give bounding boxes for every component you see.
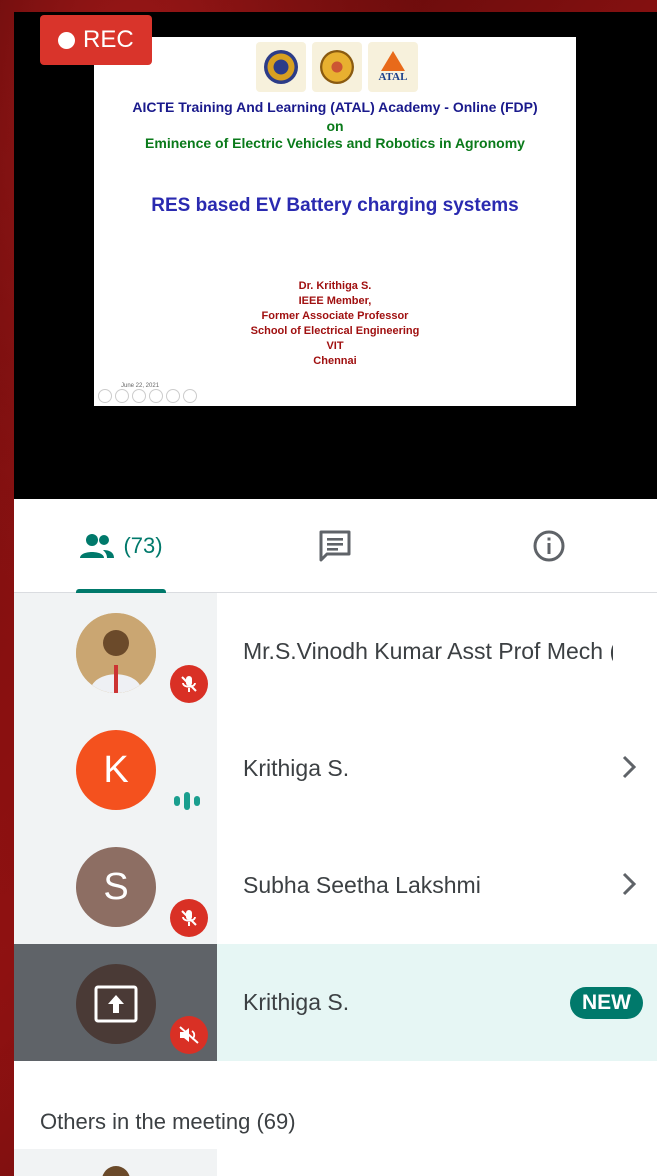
slide-on: on xyxy=(326,118,344,134)
slide-next-icon xyxy=(183,389,197,403)
participant-row-peek[interactable] xyxy=(14,1149,217,1176)
participant-row[interactable]: Krithiga S. NEW xyxy=(14,944,657,1061)
avatar xyxy=(76,964,156,1044)
speaking-indicator-icon xyxy=(174,792,200,810)
tab-chat[interactable] xyxy=(228,499,442,592)
participant-row[interactable]: S Subha Seetha Lakshmi xyxy=(14,827,657,944)
slide-subheading: Eminence of Electric Vehicles and Roboti… xyxy=(145,135,525,151)
participant-row[interactable]: Mr.S.Vinodh Kumar Asst Prof Mech (… xyxy=(14,593,657,710)
tab-info[interactable] xyxy=(442,499,656,592)
slide-pen-icon xyxy=(115,389,129,403)
participant-name: Mr.S.Vinodh Kumar Asst Prof Mech (… xyxy=(243,638,613,664)
tab-people[interactable]: (73) xyxy=(14,499,228,592)
audio-off-badge xyxy=(170,1016,208,1054)
presentation-video[interactable]: ATAL AICTE Training And Learning (ATAL) … xyxy=(14,12,657,499)
chevron-right-icon[interactable] xyxy=(621,754,637,780)
person-photo-icon xyxy=(76,613,156,693)
atal-logo-icon: ATAL xyxy=(368,42,418,92)
slide-prev-icon xyxy=(98,389,112,403)
slide-heading: AICTE Training And Learning (ATAL) Acade… xyxy=(132,99,538,115)
present-screen-icon xyxy=(94,985,138,1023)
chevron-right-icon[interactable] xyxy=(621,871,637,897)
aicte-logo-icon xyxy=(312,42,362,92)
new-badge: NEW xyxy=(570,987,643,1019)
avatar xyxy=(76,613,156,693)
participant-name: Subha Seetha Lakshmi xyxy=(243,872,481,898)
chat-icon xyxy=(319,530,351,561)
info-icon xyxy=(533,530,565,561)
slide-presenter: Dr. Krithiga S. IEEE Member, Former Asso… xyxy=(250,280,420,367)
mic-off-icon xyxy=(181,910,197,926)
panel-tabs: (73) xyxy=(14,499,657,593)
slide-logos: ATAL xyxy=(256,42,426,94)
slide-zoom-icon xyxy=(166,389,180,403)
record-dot-icon xyxy=(58,31,75,49)
others-section-title: Others in the meeting (69) xyxy=(40,1109,296,1134)
volume-off-icon xyxy=(179,1026,199,1044)
slide-menu-icon xyxy=(149,389,163,403)
muted-badge xyxy=(170,665,208,703)
slide-pointer-icon xyxy=(132,389,146,403)
slide-title: RES based EV Battery charging systems xyxy=(151,195,519,216)
avatar: S xyxy=(76,847,156,927)
side-panel: (73) Mr.S.Vinodh Kumar Asst Prof Mech (…… xyxy=(14,499,657,1176)
avatar: K xyxy=(76,730,156,810)
participant-name: Krithiga S. xyxy=(243,989,350,1015)
avatar xyxy=(102,1166,130,1176)
device-screen: ATAL AICTE Training And Learning (ATAL) … xyxy=(14,12,657,1176)
participant-row[interactable]: K Krithiga S. xyxy=(14,710,657,827)
slide-controls xyxy=(98,389,197,403)
presentation-slide: ATAL AICTE Training And Learning (ATAL) … xyxy=(94,37,576,406)
participant-name: Krithiga S. xyxy=(243,755,350,781)
people-icon xyxy=(80,533,115,558)
university-logo-icon xyxy=(256,42,306,92)
recording-indicator: REC xyxy=(40,15,152,65)
muted-badge xyxy=(170,899,208,937)
mic-off-icon xyxy=(181,676,197,692)
